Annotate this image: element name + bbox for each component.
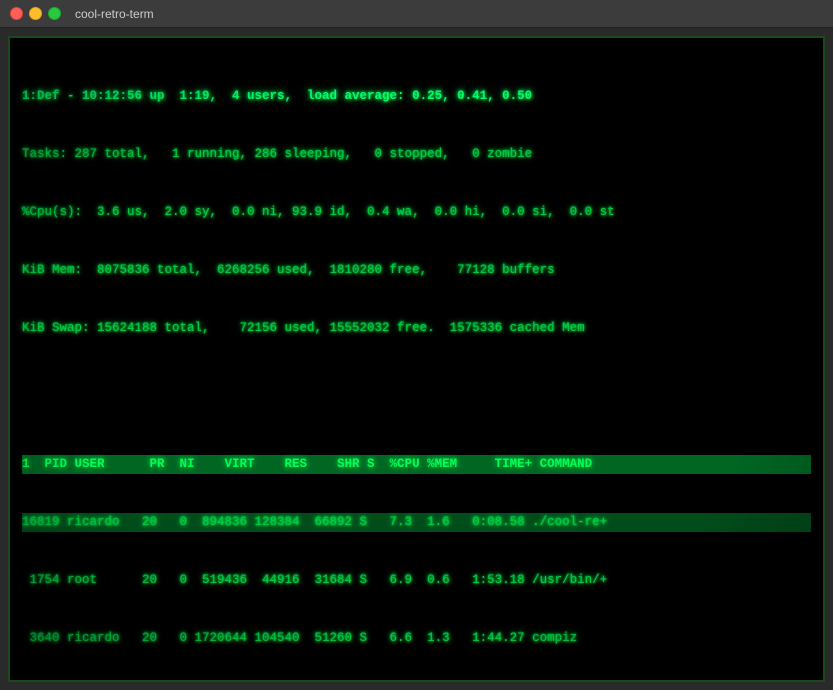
- tasks-line: Tasks: 287 total, 1 running, 286 sleepin…: [22, 145, 811, 164]
- section-1-row-0: 16819 ricardo 20 0 894836 128384 66892 S…: [22, 513, 811, 532]
- section-1-row-1: 1754 root 20 0 519436 44916 31684 S 6.9 …: [22, 571, 811, 590]
- minimize-button[interactable]: [29, 7, 42, 20]
- cpu-line: %Cpu(s): 3.6 us, 2.0 sy, 0.0 ni, 93.9 id…: [22, 203, 811, 222]
- window-title: cool-retro-term: [75, 7, 154, 21]
- maximize-button[interactable]: [48, 7, 61, 20]
- terminal-area[interactable]: 1:Def - 10:12:56 up 1:19, 4 users, load …: [8, 36, 825, 682]
- section-1-header: 1 PID USER PR NI VIRT RES SHR S %CPU %ME…: [22, 455, 811, 474]
- header-line: 1:Def - 10:12:56 up 1:19, 4 users, load …: [22, 89, 532, 103]
- terminal-content: 1:Def - 10:12:56 up 1:19, 4 users, load …: [22, 48, 811, 682]
- mem-line: KiB Mem: 8075836 total, 6268256 used, 18…: [22, 261, 811, 280]
- close-button[interactable]: [10, 7, 23, 20]
- swap-line: KiB Swap: 15624188 total, 72156 used, 15…: [22, 319, 811, 338]
- section-1-row-2: 3640 ricardo 20 0 1720644 104540 51260 S…: [22, 629, 811, 648]
- window-titlebar: cool-retro-term: [0, 0, 833, 28]
